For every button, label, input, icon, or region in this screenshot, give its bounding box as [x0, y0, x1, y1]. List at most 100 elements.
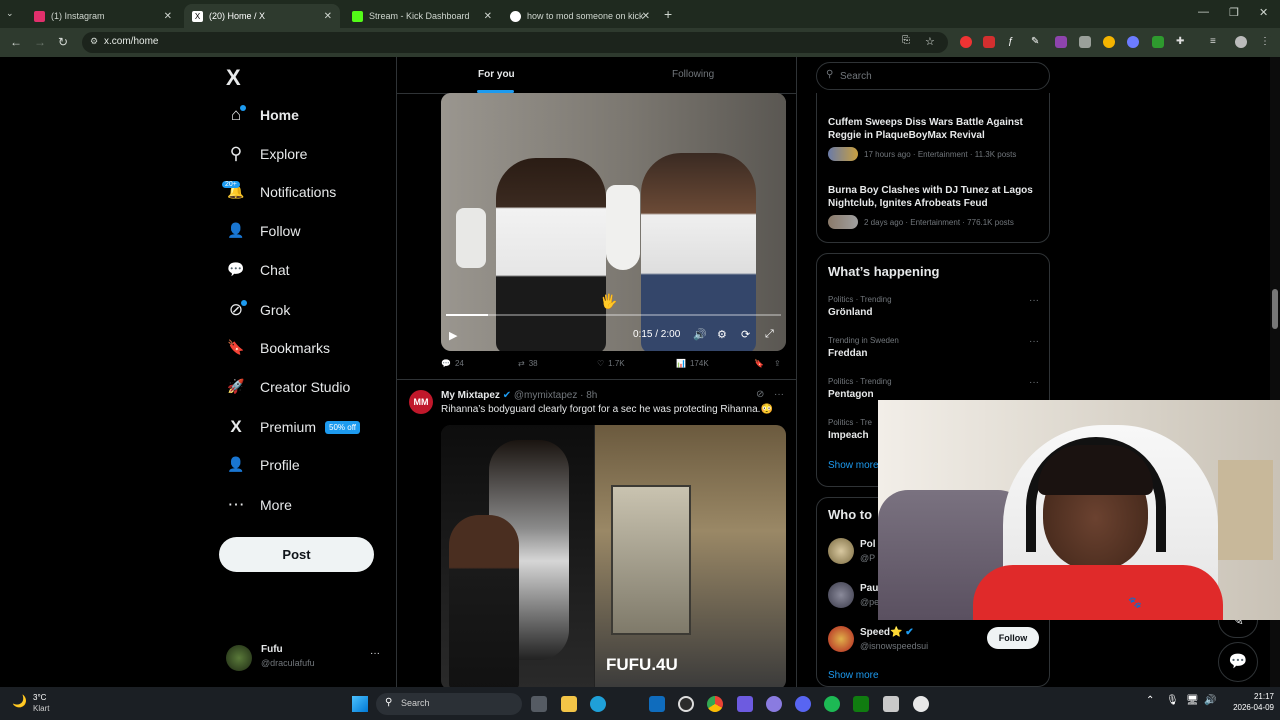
microphone-icon[interactable]: 🎙: [1166, 695, 1179, 706]
extension-color-icon[interactable]: [1103, 36, 1115, 48]
snipping-tool-icon[interactable]: [883, 696, 899, 712]
outlook-icon[interactable]: [649, 696, 665, 712]
video-player[interactable]: ▶ 0:15 / 2:00 🔊 ⚙ ⟳ ⤢: [441, 93, 786, 351]
account-switcher[interactable]: Fufu @draculafufu ···: [226, 642, 391, 674]
close-tab-icon[interactable]: ✕: [642, 11, 650, 22]
trend-item[interactable]: Politics · Trending Pentagon: [828, 377, 1038, 400]
trend-item[interactable]: Trending in Sweden Freddan: [828, 336, 1038, 359]
reading-list-icon[interactable]: ≡: [1210, 36, 1222, 48]
nav-item-chat[interactable]: 💬 Chat: [224, 261, 289, 278]
start-button-icon[interactable]: [352, 696, 368, 712]
extension-f-icon[interactable]: ƒ: [1008, 36, 1020, 48]
browser-tab-x-home[interactable]: X (20) Home / X ✕: [184, 4, 340, 28]
suggestion-row[interactable]: Speed⭐ ✔ @isnowspeedsui Follow: [828, 624, 1043, 656]
tray-chevron-icon[interactable]: ⌃: [1146, 695, 1154, 706]
nav-item-more[interactable]: ⋯ More: [224, 495, 292, 515]
settings-gear-icon[interactable]: ⚙: [717, 328, 727, 341]
follow-button[interactable]: Follow: [987, 627, 1039, 649]
restore-icon[interactable]: ❐: [1229, 6, 1239, 19]
site-info-icon[interactable]: ⚙: [90, 36, 98, 47]
like-action[interactable]: ♡ 1.7K: [597, 359, 625, 368]
post-avatar[interactable]: MM: [409, 390, 433, 414]
post-media[interactable]: FUFU.4U: [441, 425, 786, 687]
xbox-icon[interactable]: [853, 696, 869, 712]
task-view-icon[interactable]: [531, 696, 547, 712]
discord-icon[interactable]: [795, 696, 811, 712]
chat-fab[interactable]: 💬: [1218, 642, 1258, 682]
bookmark-action[interactable]: 🔖: [754, 359, 764, 368]
extension-red-icon[interactable]: [960, 36, 972, 48]
browser-tab-instagram[interactable]: (1) Instagram ✕: [26, 4, 180, 28]
back-icon[interactable]: ←: [10, 35, 22, 49]
nav-item-grok[interactable]: ⊘ Grok: [224, 300, 290, 320]
repost-action[interactable]: ⇄ 38: [518, 359, 538, 368]
views-action[interactable]: 📊 174K: [676, 359, 709, 368]
reply-action[interactable]: 💬 24: [441, 359, 464, 368]
bookmark-star-icon[interactable]: ☆: [925, 35, 935, 48]
news-item[interactable]: Cuffem Sweeps Diss Wars Battle Against R…: [828, 116, 1038, 161]
close-tab-icon[interactable]: ✕: [484, 11, 492, 22]
fullscreen-icon[interactable]: ⤢: [765, 328, 774, 341]
address-bar[interactable]: ⚙ x.com/home ⎘ ☆: [82, 32, 948, 53]
nav-item-home[interactable]: ⌂ Home: [224, 105, 299, 125]
nav-item-notifications[interactable]: 🔔 Notifications: [224, 183, 336, 200]
x-logo-icon[interactable]: X: [226, 65, 241, 91]
taskbar-search[interactable]: ⚲ Search: [376, 693, 522, 715]
extension-adblock-icon[interactable]: [983, 36, 995, 48]
profile-avatar-icon[interactable]: [1235, 36, 1247, 48]
extension-purple-icon[interactable]: [1055, 36, 1067, 48]
close-window-icon[interactable]: ✕: [1259, 6, 1268, 19]
extension-green-icon[interactable]: [1152, 36, 1164, 48]
obs-icon[interactable]: [678, 696, 694, 712]
trend-more-icon[interactable]: ···: [1029, 295, 1039, 306]
chrome-icon[interactable]: [707, 696, 723, 712]
extension-pen-icon[interactable]: ✎: [1031, 36, 1043, 48]
nav-item-creator-studio[interactable]: 🚀 Creator Studio: [224, 378, 350, 395]
close-tab-icon[interactable]: ✕: [164, 11, 172, 22]
nav-item-bookmarks[interactable]: 🔖 Bookmarks: [224, 339, 330, 356]
clock[interactable]: 21:17 2026-04-09: [1232, 692, 1274, 712]
post-author[interactable]: My Mixtapez: [441, 390, 500, 401]
file-explorer-icon[interactable]: [561, 696, 577, 712]
show-more-link[interactable]: Show more: [828, 460, 879, 471]
tab-search-icon[interactable]: ⌄: [6, 8, 20, 20]
video-progress-track[interactable]: [446, 314, 781, 316]
chrome-menu-icon[interactable]: ⋮: [1260, 36, 1272, 48]
news-item[interactable]: Burna Boy Clashes with DJ Tunez at Lagos…: [828, 184, 1038, 229]
volume-icon[interactable]: 🔊: [693, 328, 707, 341]
share-action[interactable]: ⇪: [774, 359, 781, 368]
rotate-icon[interactable]: ⟳: [741, 328, 750, 341]
scrollbar-thumb[interactable]: [1272, 289, 1278, 329]
weather-widget[interactable]: 🌙 3°C Klart: [12, 693, 72, 715]
app-star-icon[interactable]: [913, 696, 929, 712]
grok-post-icon[interactable]: ⊘: [756, 389, 764, 400]
spotify-icon[interactable]: [824, 696, 840, 712]
show-more-link[interactable]: Show more: [828, 670, 879, 681]
play-icon[interactable]: ▶: [449, 329, 457, 342]
nav-item-profile[interactable]: 👤 Profile: [224, 456, 299, 473]
extension-blue-icon[interactable]: [1127, 36, 1139, 48]
post-handle[interactable]: @mymixtapez: [514, 390, 578, 401]
post-button[interactable]: Post: [219, 537, 374, 572]
grid-app-icon[interactable]: [737, 696, 753, 712]
close-tab-icon[interactable]: ✕: [324, 11, 332, 22]
extensions-puzzle-icon[interactable]: ✚: [1176, 36, 1188, 48]
trend-more-icon[interactable]: ···: [1029, 377, 1039, 388]
install-app-icon[interactable]: ⎘: [902, 35, 910, 46]
nav-item-premium[interactable]: X Premium 50% off: [224, 417, 360, 437]
nav-item-follow[interactable]: 👤 Follow: [224, 222, 300, 239]
volume-icon[interactable]: 🔊: [1204, 695, 1216, 706]
nav-item-explore[interactable]: ⚲ Explore: [224, 144, 308, 164]
search-box[interactable]: ⚲ Search: [816, 62, 1050, 90]
browser-tab-kick[interactable]: Stream - Kick Dashboard ✕: [344, 4, 500, 28]
post-more-icon[interactable]: ···: [774, 389, 784, 400]
tab-for-you[interactable]: For you: [478, 69, 515, 80]
reload-icon[interactable]: ↻: [58, 35, 68, 49]
edge-icon[interactable]: [590, 696, 606, 712]
minimize-icon[interactable]: —: [1198, 6, 1209, 18]
new-tab-button[interactable]: +: [664, 6, 672, 22]
trend-more-icon[interactable]: ···: [1029, 336, 1039, 347]
post-time[interactable]: · 8h: [580, 390, 597, 401]
network-icon[interactable]: 🖥: [1186, 695, 1199, 706]
app-blob-icon[interactable]: [766, 696, 782, 712]
